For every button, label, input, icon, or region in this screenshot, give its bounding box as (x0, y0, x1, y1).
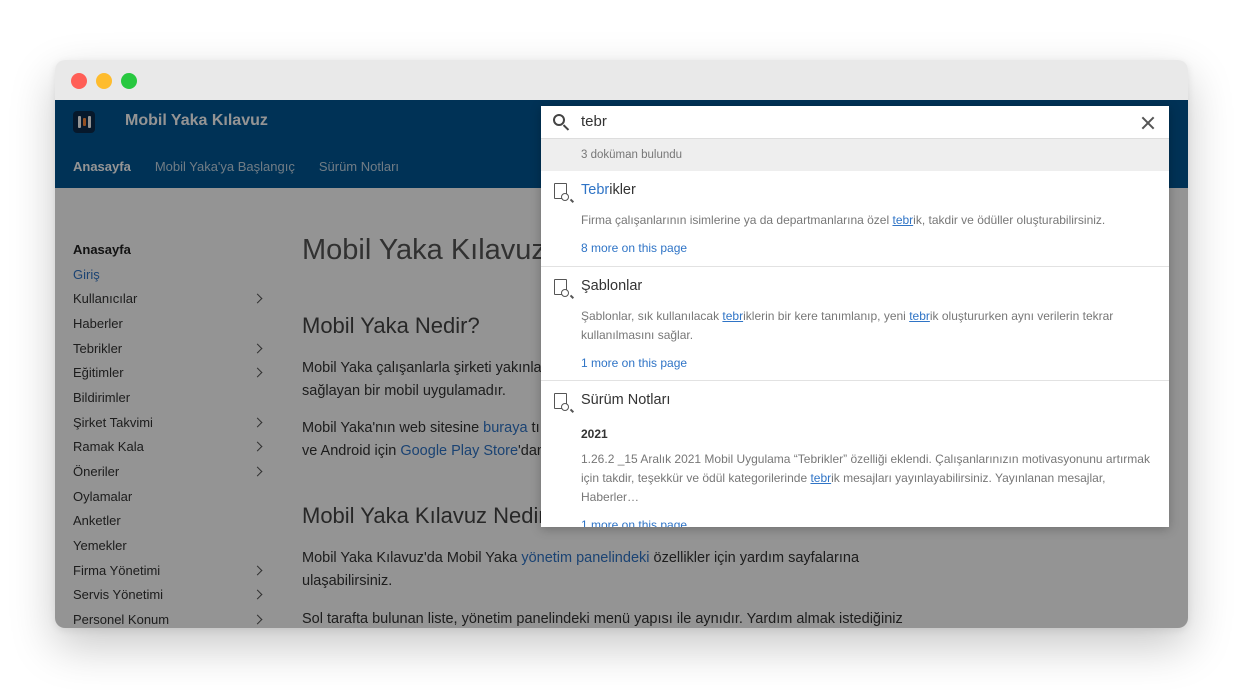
result-snippet: Şablonlar, sık kullanılacak tebriklerin … (581, 307, 1155, 345)
more-on-page-link[interactable]: 8 more on this page (581, 241, 1155, 262)
search-result[interactable]: Şablonlar Şablonlar, sık kullanılacak te… (541, 267, 1169, 381)
snippet-text: iklerin bir kere tanımlanıp, yeni (743, 309, 910, 323)
title-bar (55, 60, 1188, 100)
result-snippet: 1.26.2 _15 Aralık 2021 Mobil Uygulama “T… (581, 450, 1155, 507)
document-search-icon (554, 279, 569, 297)
maximize-window-button[interactable] (121, 73, 137, 89)
snippet-text: Firma çalışanlarının isimlerine ya da de… (581, 213, 893, 227)
snippet-highlight: tebr (810, 471, 832, 485)
search-result[interactable]: Tebrikler Firma çalışanlarının isimlerin… (541, 171, 1169, 267)
search-icon (553, 114, 565, 126)
snippet-highlight: tebr (892, 213, 914, 227)
snippet-text: Şablonlar, sık kullanılacak (581, 309, 723, 323)
result-title-text: ikler (609, 182, 636, 198)
more-on-page-link[interactable]: 1 more on this page (581, 356, 1155, 377)
search-result[interactable]: Sürüm Notları 2021 1.26.2 _15 Aralık 202… (541, 381, 1169, 527)
close-icon[interactable] (1140, 115, 1156, 131)
result-title-highlight: Tebr (581, 182, 610, 198)
result-title[interactable]: Şablonlar (581, 267, 1155, 294)
search-input[interactable] (581, 113, 1101, 130)
snippet-highlight: tebr (909, 309, 930, 323)
result-title[interactable]: Sürüm Notları (581, 381, 1155, 408)
page: Mobil Yaka Kılavuz Anasayfa Mobil Yaka'y… (55, 100, 1188, 628)
document-search-icon (554, 183, 569, 201)
result-count: 3 doküman bulundu (541, 139, 1169, 171)
browser-window: Mobil Yaka Kılavuz Anasayfa Mobil Yaka'y… (55, 60, 1188, 628)
minimize-window-button[interactable] (96, 73, 112, 89)
result-snippet: Firma çalışanlarının isimlerine ya da de… (581, 211, 1155, 230)
snippet-text: ik, takdir ve ödüller oluşturabilirsiniz… (913, 213, 1106, 227)
close-window-button[interactable] (71, 73, 87, 89)
result-year: 2021 (581, 427, 608, 441)
result-title[interactable]: Tebrikler (581, 171, 1155, 198)
search-bar (541, 106, 1169, 139)
snippet-highlight: tebr (722, 309, 744, 323)
search-modal: 3 doküman bulundu Tebrikler Firma çalışa… (541, 106, 1169, 527)
more-on-page-link[interactable]: 1 more on this page (581, 518, 1155, 527)
document-search-icon (554, 393, 569, 411)
